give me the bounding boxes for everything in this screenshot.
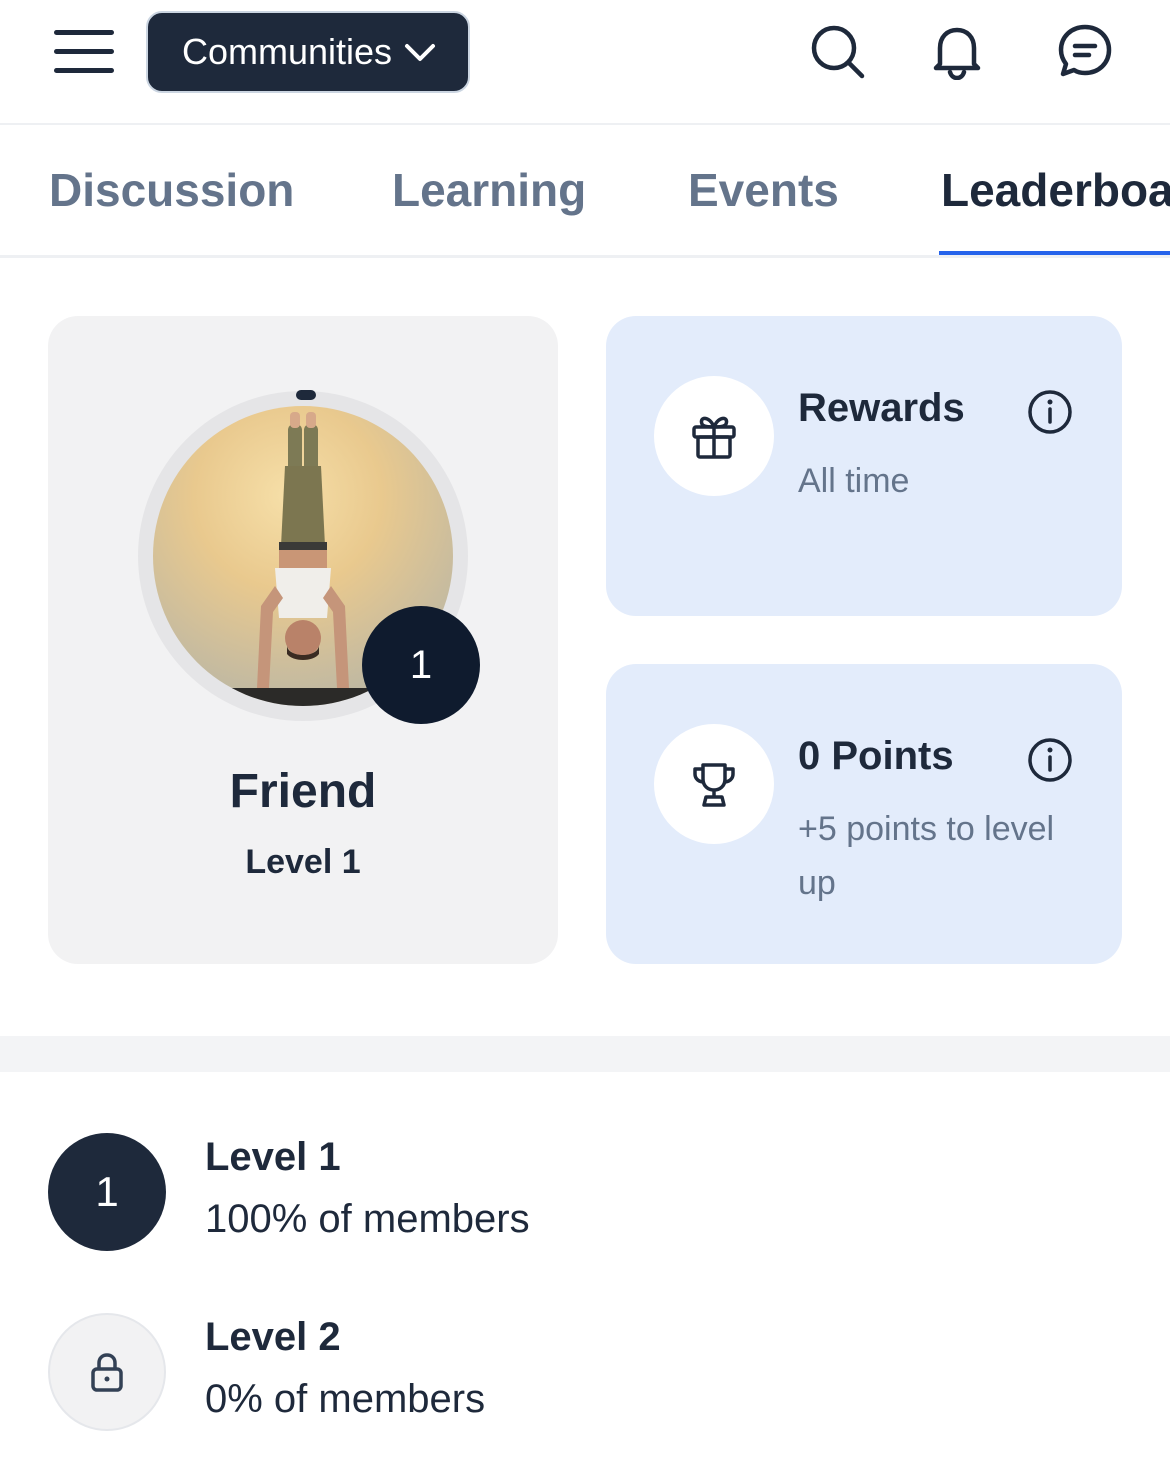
- level-row-1[interactable]: 1 Level 1 100% of members: [48, 1133, 1128, 1253]
- tab-leaderboard[interactable]: Leaderboar: [941, 163, 1170, 217]
- points-title: 0 Points: [798, 734, 954, 778]
- bell-icon[interactable]: [928, 22, 986, 81]
- level-number-badge: 1: [48, 1133, 166, 1251]
- level-members-percent: 0% of members: [205, 1377, 486, 1421]
- progress-marker: [296, 390, 316, 400]
- tab-learning[interactable]: Learning: [392, 163, 586, 217]
- level-name: Level 1: [205, 1135, 341, 1179]
- chevron-down-icon: [405, 44, 435, 61]
- points-card[interactable]: 0 Points +5 points to level up: [606, 664, 1122, 964]
- points-subtitle: +5 points to level up: [798, 810, 1055, 902]
- level-name: Level 2: [205, 1315, 341, 1359]
- trophy-icon: [693, 763, 735, 807]
- points-info-icon[interactable]: [1026, 736, 1074, 784]
- search-icon[interactable]: [808, 22, 866, 80]
- locked-level-badge: [48, 1313, 166, 1431]
- rewards-card[interactable]: Rewards All time: [606, 316, 1122, 616]
- profile-level: Level 1: [245, 843, 361, 881]
- active-tab-indicator: [939, 251, 1170, 255]
- rewards-subtitle: All time: [798, 462, 910, 500]
- profile-name: Friend: [229, 765, 377, 818]
- level-members-percent: 100% of members: [205, 1197, 530, 1241]
- chat-icon[interactable]: [1056, 22, 1114, 80]
- tab-bar: Discussion Learning Events Leaderboar: [0, 127, 1170, 258]
- menu-icon[interactable]: [54, 30, 114, 74]
- trophy-icon-circle: [654, 724, 774, 844]
- rewards-title: Rewards: [798, 386, 965, 430]
- top-bar: Communities: [0, 0, 1170, 125]
- level-row-2[interactable]: Level 2 0% of members: [48, 1313, 1128, 1433]
- communities-label: Communities: [182, 31, 393, 72]
- lock-icon: [91, 1353, 123, 1392]
- profile-card: 1 Friend Level 1: [48, 316, 558, 964]
- tab-events[interactable]: Events: [688, 163, 839, 217]
- level-badge: 1: [362, 606, 480, 724]
- tab-discussion[interactable]: Discussion: [49, 163, 294, 217]
- communities-dropdown-button[interactable]: Communities: [146, 11, 470, 93]
- section-divider: [0, 1036, 1170, 1072]
- rewards-info-icon[interactable]: [1026, 388, 1074, 436]
- gift-icon-circle: [654, 376, 774, 496]
- gift-icon: [692, 416, 736, 459]
